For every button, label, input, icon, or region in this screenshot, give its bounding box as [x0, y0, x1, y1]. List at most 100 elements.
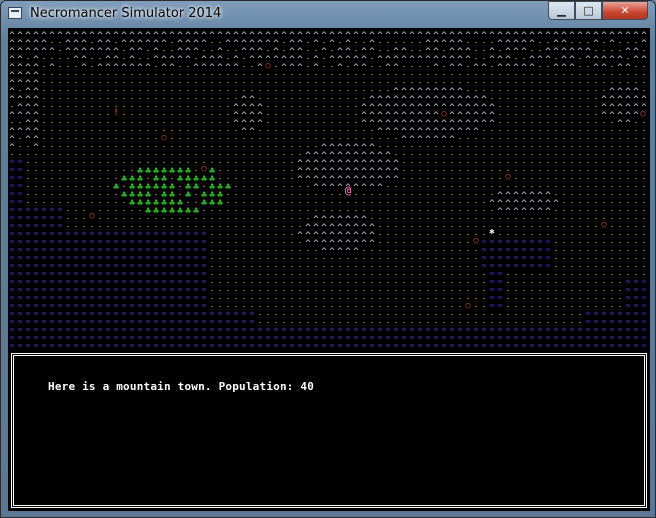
maximize-button[interactable]: □: [575, 1, 602, 20]
plains-tile: ·: [458, 78, 463, 87]
plains-tile: ·: [226, 54, 231, 63]
water-tile: ≈: [378, 341, 383, 350]
water-tile: ≈: [210, 341, 215, 350]
water-tile: ≈: [506, 341, 511, 350]
water-tile: ≈: [290, 341, 295, 350]
water-tile: ≈: [610, 341, 615, 350]
water-tile: ≈: [522, 341, 527, 350]
plains-tile: ·: [330, 206, 335, 215]
water-tile: ≈: [178, 341, 183, 350]
water-tile: ≈: [434, 341, 439, 350]
plains-tile: ·: [370, 214, 375, 223]
plains-tile: ·: [410, 78, 415, 87]
water-tile: ≈: [186, 341, 191, 350]
plains-tile: ·: [194, 54, 199, 63]
plains-tile: ·: [418, 46, 423, 55]
water-tile: ≈: [642, 341, 647, 350]
plains-tile: ·: [202, 46, 207, 55]
plains-tile: ·: [362, 134, 367, 143]
water-tile: ≈: [530, 261, 535, 270]
corpse-icon[interactable]: ✱: [489, 227, 495, 237]
water-tile: ≈: [330, 341, 335, 350]
plains-tile: ·: [314, 206, 319, 215]
water-tile: ≈: [98, 341, 103, 350]
plains-tile: ·: [410, 46, 415, 55]
plains-tile: ·: [18, 86, 23, 95]
town-icon[interactable]: ○: [640, 109, 646, 119]
plains-tile: ·: [322, 134, 327, 143]
water-tile: ≈: [370, 341, 375, 350]
plains-tile: ·: [266, 46, 271, 55]
water-tile: ≈: [154, 341, 159, 350]
player-icon[interactable]: @: [345, 184, 352, 197]
plains-tile: ·: [298, 150, 303, 159]
water-tile: ≈: [226, 341, 231, 350]
water-tile: ≈: [402, 341, 407, 350]
plains-tile: ·: [530, 46, 535, 55]
water-tile: ≈: [490, 341, 495, 350]
plains-tile: ·: [466, 38, 471, 47]
plains-tile: ·: [234, 94, 239, 103]
plains-tile: ·: [554, 190, 559, 199]
title-bar[interactable]: Necromancer Simulator 2014 ▁ □ ✕: [1, 1, 655, 27]
water-tile: ≈: [514, 261, 519, 270]
plains-tile: ·: [322, 38, 327, 47]
water-tile: ≈: [498, 341, 503, 350]
water-tile: ≈: [322, 341, 327, 350]
water-tile: ≈: [418, 341, 423, 350]
water-tile: ≈: [250, 341, 255, 350]
water-tile: ≈: [282, 341, 287, 350]
minimize-button[interactable]: ▁: [548, 1, 575, 20]
plains-tile: ·: [434, 78, 439, 87]
water-tile: ≈: [554, 341, 559, 350]
water-tile: ≈: [114, 341, 119, 350]
town-icon[interactable]: ○: [601, 220, 607, 230]
town-icon[interactable]: ○: [201, 164, 207, 174]
plains-tile: ·: [490, 94, 495, 103]
water-tile: ≈: [274, 341, 279, 350]
app-window: Necromancer Simulator 2014 ▁ □ ✕ ^ ^ ^ ^ ^ ^ ^…: [0, 0, 656, 518]
plains-tile: ·: [170, 46, 175, 55]
water-tile: ≈: [482, 341, 487, 350]
plains-tile: ·: [114, 38, 119, 47]
plains-tile: ·: [474, 86, 479, 95]
town-icon[interactable]: ○: [161, 133, 167, 143]
message-box: Here is a mountain town. Population: 40: [11, 353, 647, 508]
plains-tile: ·: [386, 46, 391, 55]
plains-tile: ·: [218, 38, 223, 47]
town-icon[interactable]: ○: [505, 172, 511, 182]
water-tile: ≈: [482, 261, 487, 270]
window-title: Necromancer Simulator 2014: [30, 6, 222, 21]
plains-tile: ·: [618, 78, 623, 87]
water-tile: ≈: [266, 341, 271, 350]
water-tile: ≈: [242, 341, 247, 350]
plains-tile: ·: [378, 86, 383, 95]
water-tile: ≈: [202, 341, 207, 350]
plains-tile: ·: [330, 134, 335, 143]
marker-icon[interactable]: !: [113, 108, 118, 118]
plains-tile: ·: [322, 206, 327, 215]
plains-tile: ·: [10, 102, 15, 111]
plains-tile: ·: [394, 78, 399, 87]
town-icon[interactable]: ○: [465, 301, 471, 311]
plains-tile: ·: [394, 38, 399, 47]
plains-tile: ·: [346, 134, 351, 143]
close-button[interactable]: ✕: [602, 1, 648, 20]
plains-tile: ·: [314, 46, 319, 55]
water-tile: ≈: [362, 341, 367, 350]
plains-tile: ·: [554, 54, 559, 63]
town-icon[interactable]: ○: [441, 109, 447, 119]
plains-tile: ·: [490, 190, 495, 199]
game-viewport[interactable]: ^ ^ ^ ^ ^ ^ ^ ^ ^ ^ ^ ^ ^ ^ ^ ^ ^ ^ ^ ^ ^ ^ ^ ^ ^ ^ ^ ^ ^ ^ ^ ^ ^ ^ ^ ^ ^ ^ ^ ^…: [8, 28, 650, 511]
town-icon[interactable]: ○: [473, 236, 479, 246]
town-icon[interactable]: ○: [89, 211, 95, 221]
water-tile: ≈: [90, 341, 95, 350]
town-icon[interactable]: ○: [265, 61, 271, 71]
app-icon[interactable]: [8, 7, 22, 19]
world-map[interactable]: ^ ^ ^ ^ ^ ^ ^ ^ ^ ^ ^ ^ ^ ^ ^ ^ ^ ^ ^ ^ ^ ^ ^ ^ ^ ^ ^ ^ ^ ^ ^ ^ ^ ^ ^ ^ ^ ^ ^ ^…: [8, 28, 650, 352]
water-tile: ≈: [346, 341, 351, 350]
plains-tile: ·: [402, 78, 407, 87]
water-tile: ≈: [146, 341, 151, 350]
plains-tile: ·: [442, 78, 447, 87]
water-tile: ≈: [586, 341, 591, 350]
